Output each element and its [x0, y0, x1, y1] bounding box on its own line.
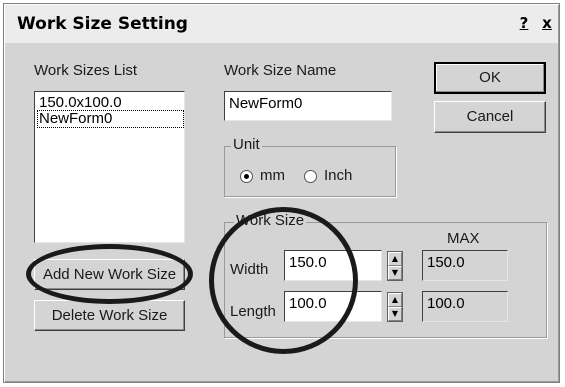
- work-size-group-label: Work Size: [234, 212, 307, 229]
- unit-group-label: Unit: [231, 136, 262, 153]
- ok-button[interactable]: OK: [434, 62, 546, 94]
- spin-down-arrow-icon[interactable]: ▼: [388, 307, 402, 321]
- cancel-button[interactable]: Cancel: [434, 101, 546, 133]
- spin-up-arrow-icon[interactable]: ▲: [388, 252, 402, 266]
- width-spinner[interactable]: ▲ ▼: [387, 251, 403, 281]
- width-value: 150.0: [289, 254, 327, 271]
- width-input[interactable]: 150.0: [284, 250, 382, 281]
- unit-mm-radio[interactable]: [240, 170, 253, 183]
- close-button[interactable]: x: [536, 13, 558, 34]
- spin-down-arrow-icon[interactable]: ▼: [388, 266, 402, 280]
- work-sizes-list[interactable]: 150.0x100.0 NewForm0: [34, 91, 185, 243]
- work-size-name-value: NewForm0: [229, 95, 303, 112]
- help-button[interactable]: ?: [513, 13, 535, 34]
- radio-selected-dot: [244, 174, 249, 179]
- title-bar: Work Size Setting ? x: [5, 5, 558, 43]
- work-size-name-input[interactable]: NewForm0: [224, 91, 392, 121]
- width-max-field: 150.0: [422, 250, 508, 281]
- list-item[interactable]: 150.0x100.0: [38, 95, 123, 111]
- dialog-title: Work Size Setting: [17, 14, 188, 34]
- width-max-value: 150.0: [427, 254, 465, 271]
- length-max-value: 100.0: [427, 295, 465, 312]
- length-label: Length: [230, 303, 276, 320]
- list-item[interactable]: NewForm0: [37, 110, 184, 128]
- unit-inch-label[interactable]: Inch: [324, 167, 352, 184]
- width-label: Width: [230, 261, 269, 278]
- work-size-setting-dialog: Work Size Setting ? x Work Sizes List 15…: [3, 3, 560, 383]
- length-input[interactable]: 100.0: [284, 291, 382, 322]
- length-value: 100.0: [289, 295, 327, 312]
- work-size-name-label: Work Size Name: [224, 62, 337, 79]
- spin-up-arrow-icon[interactable]: ▲: [388, 293, 402, 307]
- length-spinner[interactable]: ▲ ▼: [387, 292, 403, 322]
- unit-inch-radio[interactable]: [304, 170, 317, 183]
- work-sizes-list-label: Work Sizes List: [34, 62, 138, 79]
- length-max-field: 100.0: [422, 291, 508, 322]
- delete-work-size-button[interactable]: Delete Work Size: [34, 300, 185, 331]
- unit-mm-label[interactable]: mm: [260, 167, 285, 184]
- add-new-work-size-button[interactable]: Add New Work Size: [34, 259, 185, 290]
- max-label: MAX: [447, 230, 480, 247]
